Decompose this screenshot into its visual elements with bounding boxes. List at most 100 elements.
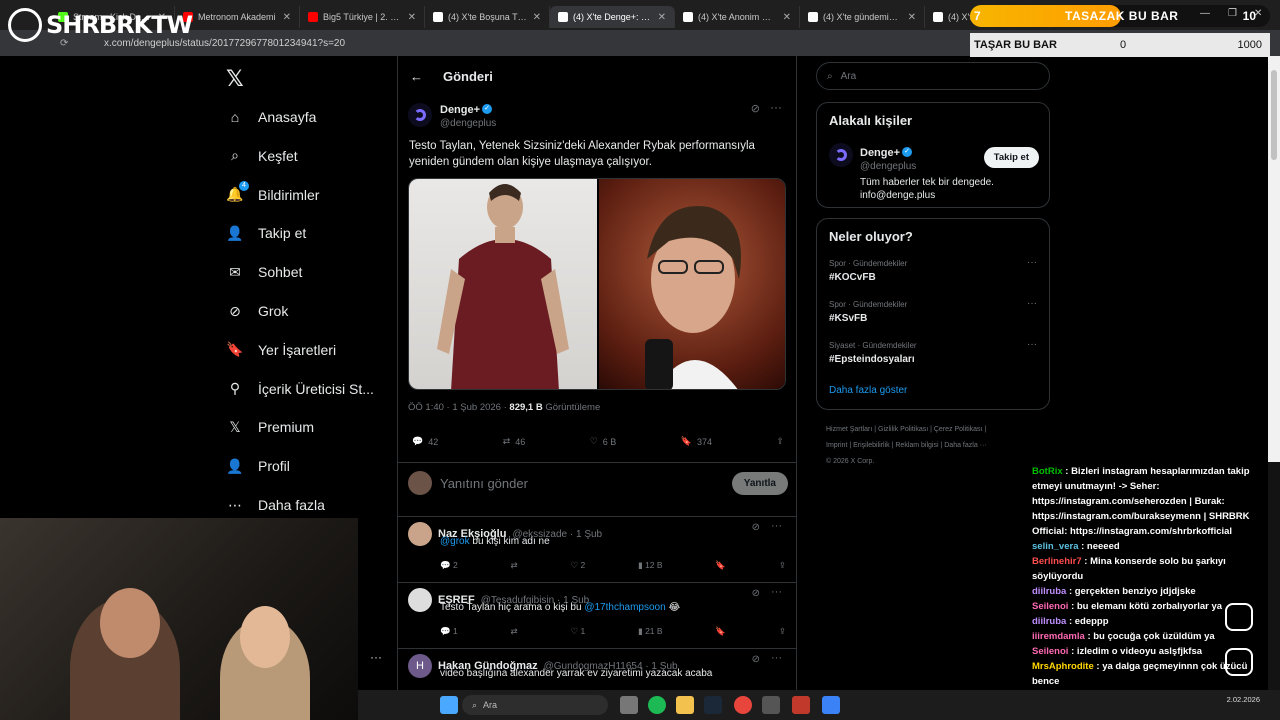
author-name[interactable]: Denge+ [440,104,480,116]
app-icon[interactable] [762,696,780,714]
author-handle[interactable]: @dengeplus [440,118,496,129]
more-icon[interactable]: ··· [370,650,382,664]
tab-close-icon[interactable]: ✕ [783,12,791,23]
reply-avatar[interactable]: H [408,654,432,678]
sidebar-item[interactable]: 𝕏 Premium [226,415,314,439]
share-icon[interactable]: ⇪ [779,560,786,571]
chat-username[interactable]: Seilenoi [1032,646,1068,657]
sidebar-item[interactable]: ⌕ Keşfet [226,144,298,168]
chat-username[interactable]: Seilenoi [1032,601,1068,612]
browser-tab[interactable]: (4) X'te Denge+: "Testo ✕ [550,6,675,28]
footer-line[interactable]: Imprint | Erişilebilirlik | Reklam bilgi… [826,438,1046,454]
reply-avatar[interactable] [408,522,432,546]
sidebar-item[interactable]: 🔔 4 Bildirimler [226,180,319,207]
sidebar-item[interactable]: 👤 Takip et [226,221,306,245]
chat-username[interactable]: selin_vera [1032,541,1078,552]
chat-username[interactable]: diilruba [1032,616,1066,627]
trend-more-icon[interactable]: ··· [1027,298,1037,309]
reply-tweet[interactable]: EŞREF @Tesadufgibisin · 1 Şub ⊘ ··· Test… [408,586,788,652]
more-options-icon[interactable]: ··· [771,652,782,664]
sidebar-item[interactable]: ⋯ Daha fazla [226,493,325,517]
tweet-media[interactable] [408,178,786,390]
back-arrow-icon[interactable]: ← [410,69,423,84]
follow-button[interactable]: Takip et [983,147,1039,168]
sidebar-item[interactable]: ✉ Sohbet [226,260,302,284]
trend-more-icon[interactable]: ··· [1027,339,1037,350]
maximize-icon[interactable]: ❐ [1228,8,1237,19]
sidebar-item[interactable]: 🔖 Yer İşaretleri [226,338,336,362]
person-avatar[interactable] [829,143,853,167]
reply-input[interactable]: Yanıtını gönder [440,476,724,491]
search-input[interactable]: ⌕ Ara [816,62,1050,90]
bookmark-icon[interactable]: 🔖 [715,626,726,637]
media-image-left[interactable] [409,179,597,389]
reply-action[interactable]: 💬 1 [440,626,458,637]
repost-action[interactable]: ⇄ [511,560,518,571]
chat-username[interactable]: MrsAphrodite [1032,661,1094,672]
grok-icon[interactable]: ⊘ [751,102,760,115]
share-action[interactable]: ⇪ [776,436,784,447]
sidebar-item[interactable]: 👤 Profil [226,454,290,478]
tab-close-icon[interactable]: ✕ [408,12,416,23]
trend-more-icon[interactable]: ··· [1027,257,1037,268]
browser-tab[interactable]: (4) X'te gündemio: "M ✕ [800,6,925,28]
more-options-icon[interactable]: ··· [770,100,782,114]
tab-close-icon[interactable]: ✕ [533,12,541,23]
chat-username[interactable]: diilruba [1032,586,1066,597]
chrome-icon[interactable] [734,696,752,714]
scrollbar-thumb[interactable] [1271,70,1277,160]
person-name[interactable]: Denge+ [860,147,900,159]
more-options-icon[interactable]: ··· [771,586,782,598]
minimize-icon[interactable]: — [1200,8,1210,19]
like-action[interactable]: ♡ 1 [570,626,585,637]
browser-tab[interactable]: Metronom Akademi ✕ [175,6,300,28]
grok-icon[interactable]: ⊘ [752,522,760,533]
bookmark-icon[interactable]: 🔖 [715,560,726,571]
grok-icon[interactable]: ⊘ [752,654,760,665]
steam-icon[interactable] [704,696,722,714]
app-icon[interactable] [822,696,840,714]
windows-start-icon[interactable] [440,696,458,714]
chat-float-icon[interactable] [1225,648,1253,676]
footer-line[interactable]: Hizmet Şartları | Gizlilik Politikası | … [826,422,1046,438]
trend-item[interactable]: Spor · Gündemdekiler #KSvFB [829,300,907,324]
reply-action[interactable]: 💬 2 [440,560,458,571]
task-view-icon[interactable] [620,696,638,714]
views-action[interactable]: ▮ 21 B [638,626,663,637]
grok-float-icon[interactable] [1225,603,1253,631]
show-more-link[interactable]: Daha fazla göster [829,385,907,396]
media-image-right[interactable] [599,179,785,389]
repost-action[interactable]: ⇄ [511,626,518,637]
like-action[interactable]: ♡ 2 [570,560,585,571]
chat-username[interactable]: BotRix [1032,466,1063,477]
reply-tweet[interactable]: Naz Ekşioğlu @ekssizade · 1 Şub ⊘ ··· @g… [408,520,788,586]
app-icon[interactable] [792,696,810,714]
tab-close-icon[interactable]: ✕ [283,12,291,23]
chat-username[interactable]: iiiremdamla [1032,631,1085,642]
like-action[interactable]: ♡ 6 B [590,436,617,447]
trend-item[interactable]: Siyaset · Gündemdekiler #Epsteindosyaları [829,341,917,365]
spotify-icon[interactable] [648,696,666,714]
browser-tab[interactable]: Big5 Türkiye | 2. FİNA ✕ [300,6,425,28]
grok-icon[interactable]: ⊘ [752,588,760,599]
file-explorer-icon[interactable] [676,696,694,714]
mention-link[interactable]: @17thchampsoon [584,602,665,613]
reply-button[interactable]: Yanıtla [731,471,788,495]
browser-tab[interactable]: (4) X'te Boşuna Tıklam ✕ [425,6,550,28]
chat-username[interactable]: Berlinehir7 [1032,556,1082,567]
tab-close-icon[interactable]: ✕ [658,12,666,23]
sidebar-item[interactable]: ⊘ Grok [226,299,288,323]
views-action[interactable]: ▮ 12 B [638,560,663,571]
taskbar-search[interactable]: ⌕ Ara [462,695,608,715]
reply-action[interactable]: 💬 42 [412,436,438,447]
avatar[interactable] [408,102,432,127]
sidebar-item[interactable]: ⚲ İçerik Üreticisi St... [226,377,374,401]
more-options-icon[interactable]: ··· [771,520,782,532]
reply-avatar[interactable] [408,588,432,612]
mention-link[interactable]: @grok [440,536,470,547]
bookmark-action[interactable]: 🔖 374 [681,436,712,447]
tab-close-icon[interactable]: ✕ [908,12,916,23]
share-icon[interactable]: ⇪ [779,626,786,637]
close-icon[interactable]: ✕ [1254,8,1262,19]
trend-item[interactable]: Spor · Gündemdekiler #KOCvFB [829,259,907,283]
